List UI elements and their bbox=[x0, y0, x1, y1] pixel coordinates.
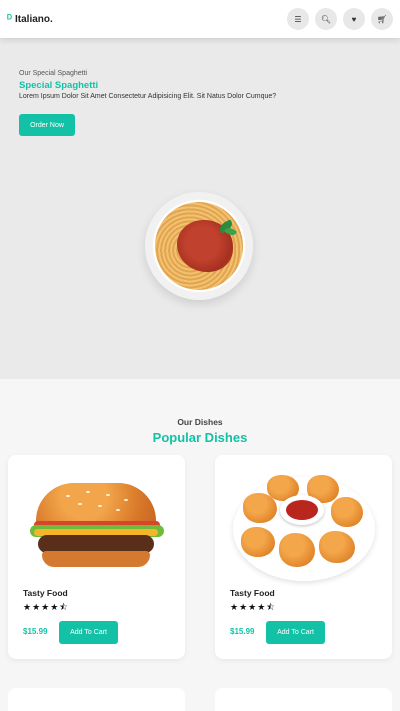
dish-card-partial bbox=[215, 688, 392, 711]
ketchup bbox=[286, 500, 318, 520]
utensils-icon: ᴰ bbox=[7, 13, 13, 25]
nugget bbox=[241, 527, 275, 557]
hero-description: Lorem Ipsum Dolor Sit Amet Consectetur A… bbox=[19, 93, 277, 100]
dish-price: $15.99 bbox=[230, 627, 255, 636]
hero-section: Our Special Spaghetti Special Spaghetti … bbox=[0, 38, 400, 379]
burger-bun-bottom bbox=[42, 551, 150, 567]
dish-card: Tasty Food ★★★★⯪ $15.99 Add To Cart bbox=[8, 455, 185, 659]
pasta-graphic bbox=[155, 202, 243, 290]
dish-name: Tasty Food bbox=[230, 588, 275, 598]
brand-logo[interactable]: ᴰ Italiano. bbox=[7, 13, 53, 25]
seed bbox=[66, 495, 70, 497]
nugget bbox=[319, 531, 355, 563]
spaghetti-image bbox=[145, 192, 253, 300]
star-rating: ★★★★⯪ bbox=[23, 602, 69, 612]
dish-price: $15.99 bbox=[23, 627, 48, 636]
dish-name: Tasty Food bbox=[23, 588, 68, 598]
seed bbox=[78, 503, 82, 505]
dishes-subtitle: Our Dishes bbox=[177, 417, 223, 427]
burger-image bbox=[16, 469, 176, 581]
add-to-cart-button[interactable]: Add To Cart bbox=[59, 621, 118, 644]
dishes-title: Popular Dishes bbox=[152, 430, 248, 445]
seed bbox=[124, 499, 128, 501]
hero-subtitle: Our Special Spaghetti bbox=[19, 70, 88, 77]
add-to-cart-button[interactable]: Add To Cart bbox=[266, 621, 325, 644]
search-icon[interactable]: 🔍︎ bbox=[315, 8, 337, 30]
menu-icon[interactable]: ☰ bbox=[287, 8, 309, 30]
ketchup-bowl bbox=[280, 495, 324, 525]
nuggets-image bbox=[223, 469, 383, 581]
seed bbox=[106, 494, 110, 496]
order-now-button[interactable]: Order Now bbox=[19, 114, 75, 136]
brand-name: Italiano. bbox=[15, 13, 53, 25]
seed bbox=[116, 509, 120, 511]
top-navbar: ᴰ Italiano. ☰ 🔍︎ ♥ 🛒︎ bbox=[0, 0, 400, 38]
nugget bbox=[331, 497, 363, 527]
hero-title: Special Spaghetti bbox=[19, 80, 99, 91]
seed bbox=[98, 505, 102, 507]
dish-card-partial bbox=[8, 688, 185, 711]
dishes-section: Our Dishes Popular Dishes Tasty Food ★★★… bbox=[0, 379, 400, 711]
dish-card: Tasty Food ★★★★⯪ $15.99 Add To Cart bbox=[215, 455, 392, 659]
seed bbox=[86, 491, 90, 493]
nugget bbox=[279, 533, 315, 567]
heart-icon[interactable]: ♥ bbox=[343, 8, 365, 30]
cart-icon[interactable]: 🛒︎ bbox=[371, 8, 393, 30]
star-rating: ★★★★⯪ bbox=[230, 602, 276, 612]
header-actions: ☰ 🔍︎ ♥ 🛒︎ bbox=[287, 8, 393, 30]
